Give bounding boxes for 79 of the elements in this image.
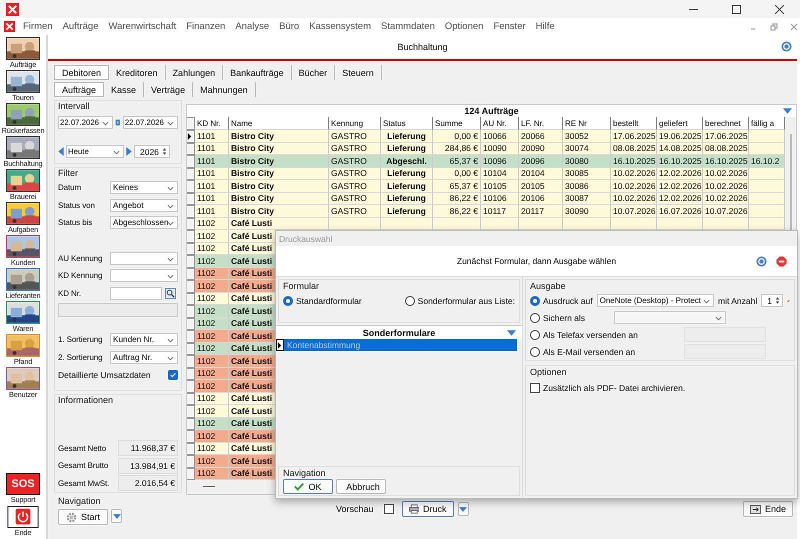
- start-button[interactable]: Start: [58, 509, 108, 525]
- tab[interactable]: Zahlungen: [166, 65, 224, 80]
- radio-option[interactable]: Ausdruck auf: [530, 296, 593, 306]
- tab[interactable]: Bücher: [292, 65, 336, 80]
- filter-dropdown[interactable]: Abgeschlossen: [110, 216, 178, 230]
- group-title: Navigation: [283, 468, 327, 479]
- print-button[interactable]: Druck: [402, 501, 454, 517]
- group-title: Intervall: [58, 101, 91, 112]
- field-label: 2. Sortierung: [58, 352, 104, 362]
- list-title: Sonderformulare: [362, 328, 436, 338]
- menu-item[interactable]: Firmen: [23, 21, 53, 32]
- dialog-message: Zunächst Formular, dann Ausgabe wählen: [456, 256, 616, 266]
- menu-item[interactable]: Aufträge: [62, 21, 98, 32]
- sos-badge[interactable]: SOS: [6, 473, 40, 495]
- total-label: Gesamt MwSt.: [58, 478, 110, 488]
- filter-dropdown[interactable]: Angebot: [110, 198, 178, 212]
- tab[interactable]: Kreditoren: [109, 65, 166, 80]
- table-row[interactable]: 1101 Bistro City GASTRO Abgeschl. 65,37 € 10096 20096 30080 16.10.2025 16.10.2025 16.10.2025 16.10.2: [195, 155, 785, 168]
- radio-option[interactable]: Als E-Mail versenden an: [530, 346, 636, 356]
- filter-dropdown[interactable]: Keines: [110, 181, 178, 194]
- field-label: Status von: [58, 200, 96, 210]
- table-row[interactable]: 1101 Bistro City GASTRO Lieferung 0,00 € 10066 20066 30052 17.06.2025 19.06.2025 17.06.2025: [195, 130, 785, 142]
- ok-button[interactable]: OK: [283, 479, 333, 494]
- radio-option[interactable]: Als Telefax versenden an: [530, 330, 638, 340]
- field-label: KD Kennung: [58, 271, 104, 280]
- menu-item[interactable]: Finanzen: [186, 21, 226, 32]
- radio-option[interactable]: Sonderformular aus Liste:: [404, 296, 515, 306]
- group-title: Formular: [283, 281, 320, 292]
- total-value: 2.016,54 €: [118, 475, 178, 492]
- count-spinner[interactable]: 1: [761, 294, 783, 307]
- total-value: 13.984,91 €: [118, 458, 178, 474]
- group-title: Navigation: [58, 496, 102, 507]
- menu-item[interactable]: Stammdaten: [381, 21, 435, 32]
- group-title: Ausgabe: [530, 281, 567, 292]
- table-cell: 1102: [195, 468, 229, 480]
- page-title: Buchhaltung: [397, 42, 448, 52]
- menu-item[interactable]: Optionen: [444, 21, 484, 32]
- menu-item[interactable]: Kassensystem: [309, 21, 371, 32]
- menu-item[interactable]: Fenster: [493, 21, 526, 32]
- total-label: Gesamt Netto: [58, 444, 108, 453]
- checkbox-label: Detaillierte Umsatzdaten: [58, 370, 152, 380]
- table-row[interactable]: 1101 Bistro City GASTRO Lieferung 284,86 € 10090 20090 30074 08.08.2025 14.08.2025 08.08.2025: [195, 142, 785, 155]
- checkbox-option[interactable]: Zusätzlich als PDF- Datei archivieren.: [530, 383, 790, 393]
- end-button[interactable]: Ende: [743, 501, 793, 517]
- group-title: Optionen: [530, 367, 568, 378]
- tab[interactable]: Mahnungen: [193, 82, 256, 97]
- sort-dropdown[interactable]: Auftrag Nr.: [110, 350, 178, 364]
- table-row[interactable]: 1101 Bistro City GASTRO Lieferung 65,37 € 10105 20105 30086 10.02.2026 12.02.2026 10.02.2026: [195, 180, 785, 192]
- tab[interactable]: Verträge: [144, 82, 194, 97]
- preview-label: Vorschau: [336, 504, 374, 514]
- grid-title: 124 Aufträge: [464, 106, 519, 116]
- radio-option[interactable]: Sichern als: [530, 312, 610, 322]
- tab[interactable]: Aufträge: [54, 82, 104, 97]
- tab[interactable]: Kasse: [104, 82, 144, 97]
- count-label: mit Anzahl: [718, 296, 758, 306]
- group-title: Filter: [58, 168, 79, 179]
- table-row[interactable]: 1101 Bistro City GASTRO Lieferung 86,22 € 10117 20117 30090 10.07.2026 16.07.2026 10.07.2026: [195, 205, 785, 218]
- printer-dropdown[interactable]: OneNote (Desktop) - Protect: [596, 294, 714, 307]
- total-value: 11.968,37 €: [118, 440, 178, 456]
- cancel-button[interactable]: Abbruch: [336, 479, 386, 494]
- menu-item[interactable]: Analyse: [235, 21, 270, 32]
- menu-item[interactable]: Hilfe: [536, 21, 555, 32]
- field-label: Status bis: [58, 218, 94, 228]
- total-label: Gesamt Brutto: [58, 461, 110, 470]
- field-label: Datum: [58, 183, 82, 192]
- tab[interactable]: Steuern: [335, 65, 382, 80]
- table-row[interactable]: 1101 Bistro City GASTRO Lieferung 86,22 € 10106 20106 30087 10.02.2026 12.02.2026 10.02.2026: [195, 192, 785, 205]
- menu-item[interactable]: Warenwirtschaft: [108, 21, 176, 32]
- tab[interactable]: Debitoren: [54, 65, 110, 80]
- group-title: Informationen: [58, 395, 114, 406]
- sort-dropdown[interactable]: Kunden Nr.: [110, 333, 178, 346]
- tab[interactable]: Bankaufträge: [223, 65, 292, 80]
- year-spinner[interactable]: 2026: [134, 145, 170, 158]
- table-row[interactable]: 1102 Café Lusti: [195, 218, 785, 230]
- menu-item[interactable]: Büro: [279, 21, 300, 32]
- field-label: AU Kennung: [58, 254, 104, 263]
- field-label: KD Nr.: [58, 288, 82, 298]
- field-label: 1. Sortierung: [58, 335, 104, 344]
- table-row[interactable]: 1101 Bistro City GASTRO Lieferung 0,00 € 10104 20104 30085 10.02.2026 12.02.2026 10.02.2026: [195, 168, 785, 180]
